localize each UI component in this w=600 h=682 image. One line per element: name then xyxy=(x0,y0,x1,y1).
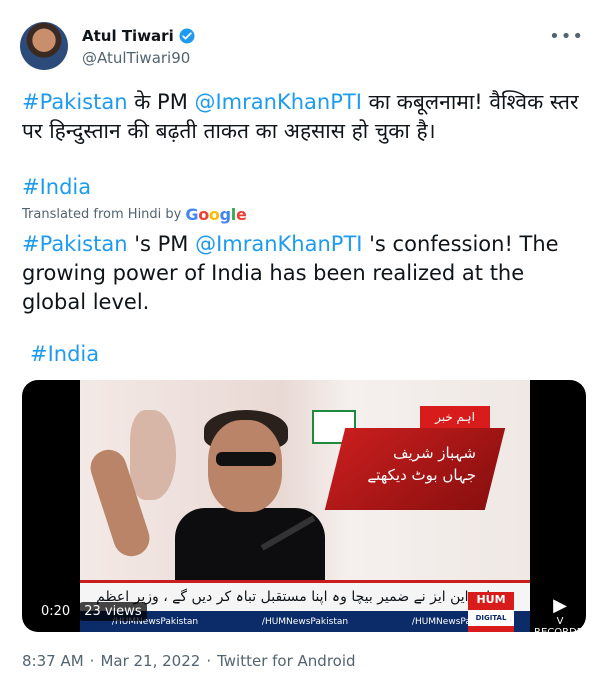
translated-label: Translated from Hindi by xyxy=(22,207,182,222)
hum-news-logo: HUM DIGITAL xyxy=(468,592,514,632)
hashtag-india[interactable]: #India xyxy=(22,175,91,199)
video-player[interactable]: شہباز شریف جہاں بوٹ دیکھتے اہم خبر جن ای… xyxy=(22,380,586,632)
tweet-source: Twitter for Android xyxy=(217,652,356,670)
en-text-1: 's PM xyxy=(127,232,196,256)
social-handle: /HUMNewsPakistan xyxy=(261,616,349,627)
tweet-text-hindi: #Pakistan के PM @ImranKhanPTI का कबूलनाम… xyxy=(22,88,582,146)
en-hashtag-pakistan[interactable]: #Pakistan xyxy=(22,232,128,256)
tweet-date[interactable]: Mar 21, 2022 xyxy=(100,652,200,670)
news-tag: اہم خبر xyxy=(420,406,490,428)
hashtag-pakistan[interactable]: #Pakistan xyxy=(22,90,128,114)
avatar[interactable] xyxy=(20,22,68,70)
author-name-text[interactable]: Atul Tiwari xyxy=(82,27,174,45)
news-banner-text: شہباز شریف جہاں بوٹ دیکھتے xyxy=(367,444,476,484)
en-mention-imrankhanpti[interactable]: @ImranKhanPTI xyxy=(195,232,362,256)
background-image xyxy=(130,410,176,500)
tweet-meta: 8:37 AM · Mar 21, 2022 · Twitter for And… xyxy=(22,652,356,670)
news-ticker: جن ایم این ایز نے ضمیر بیچا وہ اپنا مستق… xyxy=(80,580,530,611)
hindi-text-1: के PM xyxy=(127,90,195,114)
meta-separator: · xyxy=(206,652,212,670)
video-time: 0:20 xyxy=(36,602,76,621)
speaker-head xyxy=(208,420,282,512)
translation-attribution: Translated from Hindi by Google xyxy=(22,205,247,224)
mention-imrankhanpti[interactable]: @ImranKhanPTI xyxy=(194,90,361,114)
tweet-time[interactable]: 8:37 AM xyxy=(22,652,84,670)
video-views: 23 views xyxy=(79,602,147,621)
author-name[interactable]: Atul Tiwari xyxy=(82,27,196,45)
meta-separator: · xyxy=(89,652,95,670)
tweet: Atul Tiwari @AtulTiwari90 ••• #Pakistan … xyxy=(0,0,600,682)
tweet-text-english: #Pakistan 's PM @ImranKhanPTI 's confess… xyxy=(22,230,582,317)
video-overlay-info: 0:20 23 views xyxy=(36,602,147,621)
google-logo: Google xyxy=(185,205,247,224)
author-handle[interactable]: @AtulTiwari90 xyxy=(82,49,190,67)
video-frame: شہباز شریف جہاں بوٹ دیکھتے اہم خبر جن ای… xyxy=(80,380,530,632)
video-camera-icon: ▶ xyxy=(553,595,567,616)
verified-badge-icon xyxy=(179,28,195,44)
en-hashtag-india[interactable]: #India xyxy=(30,342,99,366)
more-options-icon[interactable]: ••• xyxy=(549,26,584,47)
v-recorder-watermark: ▶ V RECORDER xyxy=(534,595,586,632)
news-ticker-bottom: /HUMNewsPakistan /HUMNewsPakistan /HUMNe… xyxy=(80,611,530,632)
